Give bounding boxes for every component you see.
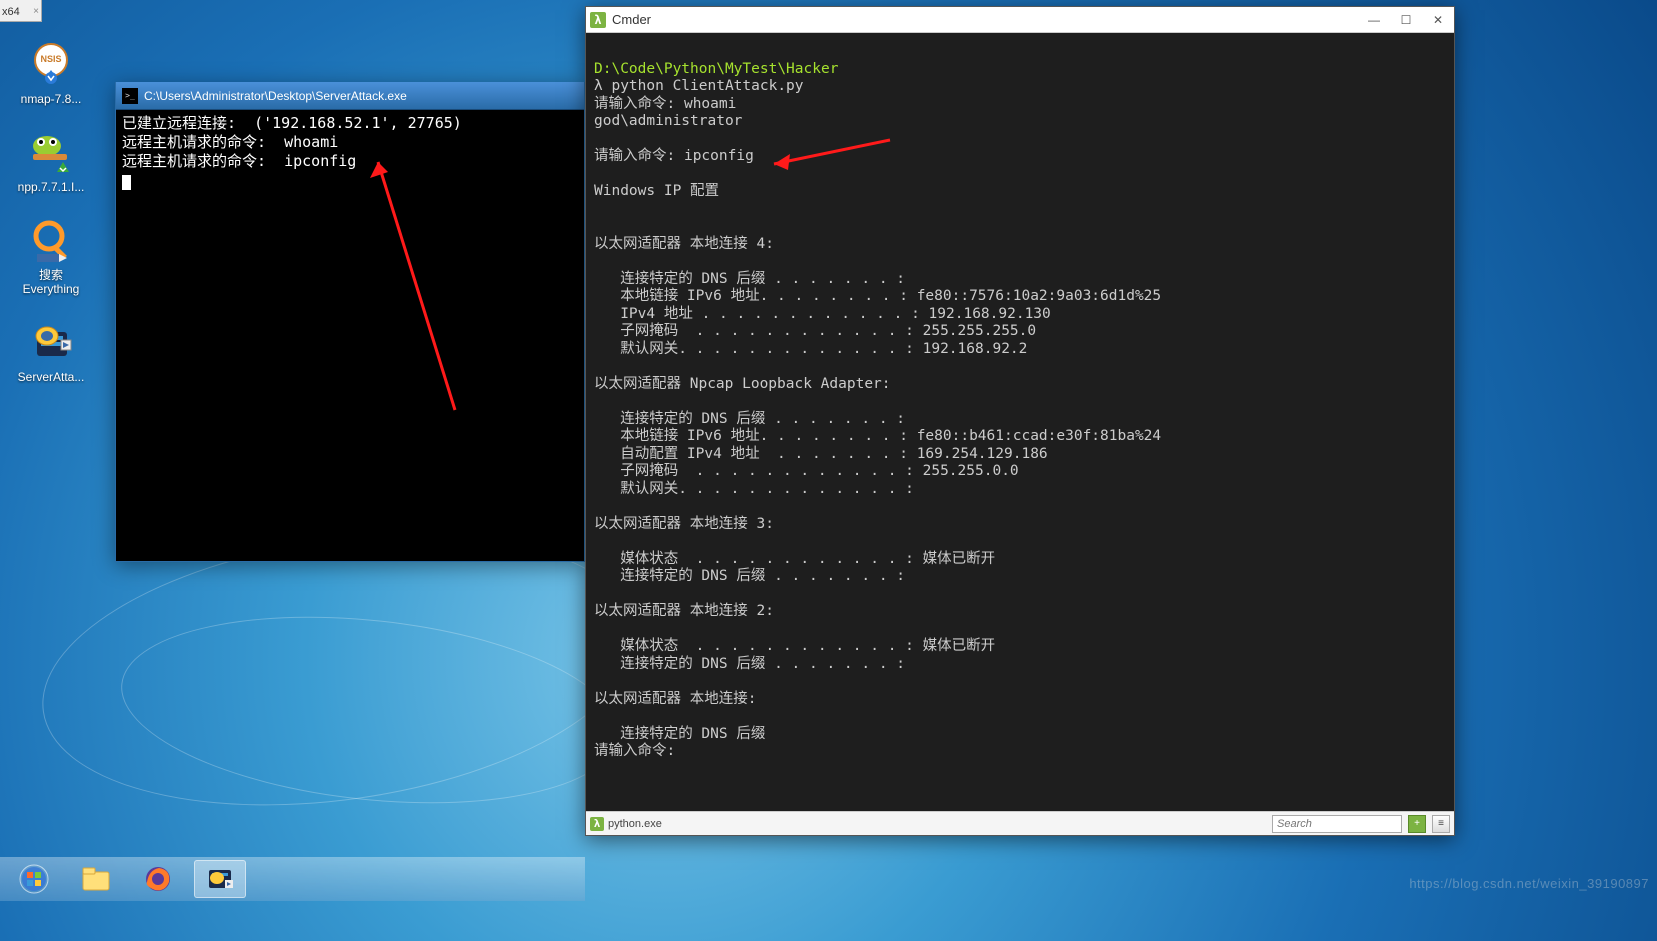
everything-icon <box>27 216 75 264</box>
taskbar <box>0 857 585 901</box>
terminal-output[interactable]: D:\Code\Python\MyTest\Hacker λ python Cl… <box>586 33 1454 811</box>
statusbar-tab-label[interactable]: python.exe <box>608 818 662 830</box>
menu-button[interactable]: ≡ <box>1432 815 1450 833</box>
close-icon[interactable]: × <box>33 6 39 17</box>
desktop-icon-everything[interactable]: 搜索Everything <box>6 216 96 296</box>
wallpaper-streak <box>112 594 628 825</box>
new-tab-button[interactable]: + <box>1408 815 1426 833</box>
desktop-icons: NSIS nmap-7.8... npp.7.7.1.I... 搜索Everyt… <box>6 40 106 406</box>
server-attack-window[interactable]: C:\Users\Administrator\Desktop\ServerAtt… <box>115 82 585 562</box>
desktop-icon-label: npp.7.7.1.I... <box>6 180 96 194</box>
taskbar-explorer-button[interactable] <box>70 860 122 898</box>
nmap-icon: NSIS <box>27 40 75 88</box>
taskbar-serverattack-button[interactable] <box>194 860 246 898</box>
watermark: https://blog.csdn.net/weixin_39190897 <box>1409 876 1649 891</box>
cmder-icon: λ <box>590 12 606 28</box>
statusbar: λ python.exe + ≡ <box>586 811 1454 835</box>
desktop-icon-npp[interactable]: npp.7.7.1.I... <box>6 128 96 194</box>
maximize-button[interactable]: ☐ <box>1390 7 1422 33</box>
console-icon <box>122 88 138 104</box>
taskbar-start-button[interactable] <box>8 860 60 898</box>
background-tab[interactable]: x64 × <box>0 0 42 22</box>
desktop-icon-label: ServerAtta... <box>6 370 96 384</box>
cmder-window[interactable]: λ Cmder — ☐ ✕ D:\Code\Python\MyTest\Hack… <box>585 6 1455 836</box>
titlebar[interactable]: C:\Users\Administrator\Desktop\ServerAtt… <box>116 82 584 110</box>
taskbar-firefox-button[interactable] <box>132 860 184 898</box>
npp-icon <box>27 128 75 176</box>
window-title: Cmder <box>612 12 651 27</box>
window-title: C:\Users\Administrator\Desktop\ServerAtt… <box>144 89 407 103</box>
desktop-icon-label: nmap-7.8... <box>6 92 96 106</box>
desktop-icon-nmap[interactable]: NSIS nmap-7.8... <box>6 40 96 106</box>
svg-text:NSIS: NSIS <box>40 54 61 64</box>
titlebar[interactable]: λ Cmder — ☐ ✕ <box>586 7 1454 33</box>
serverattack-icon <box>27 318 75 366</box>
cursor <box>122 175 131 190</box>
minimize-button[interactable]: — <box>1358 7 1390 33</box>
terminal-output[interactable]: 已建立远程连接: ('192.168.52.1', 27765) 远程主机请求的… <box>116 110 584 194</box>
background-tab-label: x64 <box>2 6 20 18</box>
desktop-icon-serverattack[interactable]: ServerAtta... <box>6 318 96 384</box>
desktop-icon-label: 搜索Everything <box>6 268 96 296</box>
search-input[interactable] <box>1272 815 1402 833</box>
cmder-tab-icon: λ <box>590 817 604 831</box>
close-button[interactable]: ✕ <box>1422 7 1454 33</box>
